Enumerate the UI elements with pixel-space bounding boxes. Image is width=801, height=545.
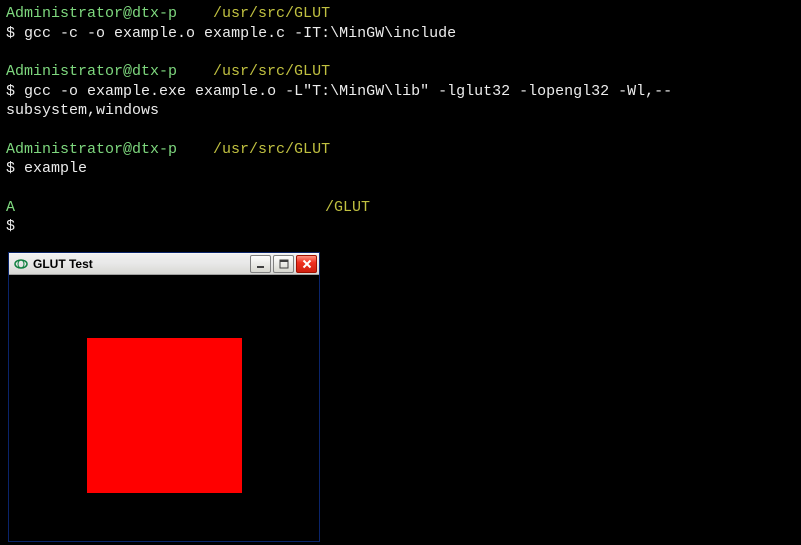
prompt-line: A/GLUT [6,198,795,218]
prompt-line: Administrator@dtx-p /usr/src/GLUT [6,62,795,82]
terminal-block: Administrator@dtx-p /usr/src/GLUT $ exam… [6,140,795,179]
close-button[interactable] [296,255,317,273]
prompt-symbol: $ [6,25,15,42]
maximize-button[interactable] [273,255,294,273]
glut-window[interactable]: GLUT Test [8,252,320,542]
prompt-line: Administrator@dtx-p /usr/src/GLUT [6,4,795,24]
command-line: $ gcc -o example.exe example.o -L"T:\Min… [6,82,795,121]
prompt-symbol: $ [6,218,15,235]
terminal-block: Administrator@dtx-p /usr/src/GLUT $ gcc … [6,4,795,43]
cwd-path: /usr/src/GLUT [213,63,330,80]
red-square [87,338,242,493]
command-line: $ gcc -c -o example.o example.c -IT:\Min… [6,24,795,44]
terminal-block: A/GLUT $ [6,198,795,237]
command-text: gcc -c -o example.o example.c -IT:\MinGW… [24,25,456,42]
cwd-path: /GLUT [325,199,370,216]
app-icon [13,257,29,271]
prompt-symbol: $ [6,83,15,100]
terminal-block: Administrator@dtx-p /usr/src/GLUT $ gcc … [6,62,795,121]
titlebar[interactable]: GLUT Test [9,253,319,275]
window-buttons [250,255,317,273]
terminal-output[interactable]: Administrator@dtx-p /usr/src/GLUT $ gcc … [0,0,801,260]
cwd-path: /usr/src/GLUT [213,141,330,158]
user-host: Administrator@dtx-p [6,141,177,158]
user-host: A [6,199,15,216]
cwd-path: /usr/src/GLUT [213,5,330,22]
user-host: Administrator@dtx-p [6,5,177,22]
window-title: GLUT Test [33,257,250,271]
prompt-symbol: $ [6,160,15,177]
prompt-line: Administrator@dtx-p /usr/src/GLUT [6,140,795,160]
user-host: Administrator@dtx-p [6,63,177,80]
command-line: $ example [6,159,795,179]
command-text: example [24,160,87,177]
opengl-canvas [9,275,319,541]
command-line: $ [6,217,795,237]
command-text: gcc -o example.exe example.o -L"T:\MinGW… [6,83,672,120]
minimize-button[interactable] [250,255,271,273]
